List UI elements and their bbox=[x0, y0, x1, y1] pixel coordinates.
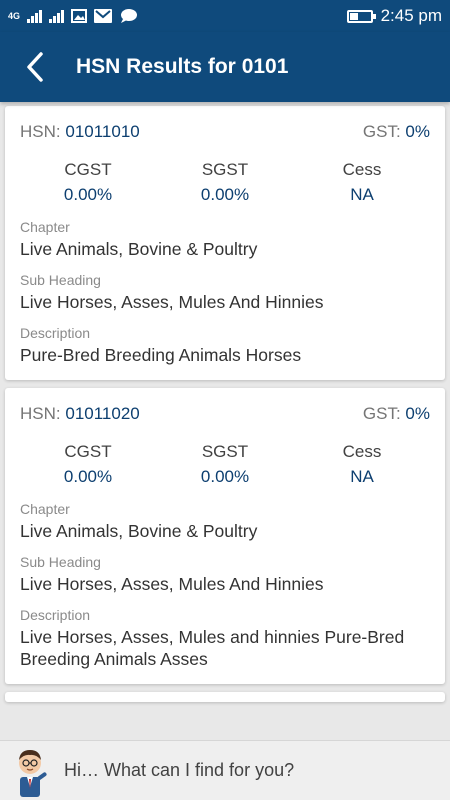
result-card[interactable]: HSN: 01011010 GST: 0% CGST 0.00% SGST 0.… bbox=[5, 106, 445, 380]
subheading-label: Sub Heading bbox=[20, 272, 101, 288]
cess-value: NA bbox=[350, 467, 374, 486]
gmail-icon bbox=[94, 9, 113, 23]
network-type: 4G bbox=[8, 10, 21, 21]
subheading-value: Live Horses, Asses, Mules And Hinnies bbox=[20, 574, 324, 594]
result-card-partial[interactable] bbox=[5, 692, 445, 702]
description-value: Pure-Bred Breeding Animals Horses bbox=[20, 345, 302, 365]
card-header: HSN: 01011020 GST: 0% bbox=[20, 404, 430, 424]
app-bar: HSN Results for 0101 bbox=[0, 32, 450, 102]
gst-field: GST: 0% bbox=[363, 122, 430, 142]
chapter-value: Live Animals, Bovine & Poultry bbox=[20, 239, 258, 259]
signal-icon bbox=[27, 9, 43, 23]
hsn-label: HSN: bbox=[20, 122, 61, 141]
status-left-icons: 4G bbox=[8, 8, 138, 24]
cgst-value: 0.00% bbox=[63, 185, 113, 204]
sgst-label: SGST bbox=[201, 442, 249, 461]
description-label: Description bbox=[20, 607, 91, 623]
cess-column: Cess NA bbox=[294, 442, 430, 487]
assistant-avatar-icon bbox=[19, 749, 47, 797]
result-card[interactable]: HSN: 01011020 GST: 0% CGST 0.00% SGST 0.… bbox=[5, 388, 445, 684]
hsn-label: HSN: bbox=[20, 404, 61, 423]
subheading-value: Live Horses, Asses, Mules And Hinnies bbox=[20, 292, 324, 312]
chapter-label: Chapter bbox=[20, 501, 70, 517]
assistant-bar[interactable]: Hi… What can I find for you? bbox=[0, 740, 450, 800]
card-header: HSN: 01011010 GST: 0% bbox=[20, 122, 430, 142]
cgst-column: CGST 0.00% bbox=[20, 442, 156, 487]
cess-label: Cess bbox=[342, 442, 382, 461]
status-right: 2:45 pm bbox=[346, 6, 442, 26]
results-list[interactable]: HSN: 01011010 GST: 0% CGST 0.00% SGST 0.… bbox=[0, 102, 450, 740]
signal-2-icon bbox=[49, 9, 65, 23]
sgst-value: 0.00% bbox=[200, 185, 250, 204]
hsn-value: 01011010 bbox=[65, 122, 140, 141]
tax-row: CGST 0.00% SGST 0.00% Cess NA bbox=[20, 442, 430, 487]
gst-value: 0% bbox=[405, 122, 430, 141]
sgst-value: 0.00% bbox=[200, 467, 250, 486]
gst-label: GST: bbox=[362, 404, 401, 423]
hsn-field: HSN: 01011010 bbox=[20, 122, 140, 142]
description-value: Live Horses, Asses, Mules and hinnies Pu… bbox=[20, 627, 405, 669]
chapter-label: Chapter bbox=[20, 219, 70, 235]
sgst-column: SGST 0.00% bbox=[157, 442, 293, 487]
cess-label: Cess bbox=[342, 160, 382, 179]
assistant-prompt: Hi… What can I find for you? bbox=[64, 760, 295, 780]
gst-label: GST: bbox=[362, 122, 401, 141]
hsn-field: HSN: 01011020 bbox=[20, 404, 140, 424]
back-arrow-icon bbox=[27, 52, 43, 82]
description-label: Description bbox=[20, 325, 91, 341]
cgst-label: CGST bbox=[64, 160, 112, 179]
tax-row: CGST 0.00% SGST 0.00% Cess NA bbox=[20, 160, 430, 205]
page-title: HSN Results for 0101 bbox=[76, 55, 289, 78]
gst-value: 0% bbox=[405, 404, 430, 423]
battery-icon bbox=[346, 9, 376, 23]
status-time: 2:45 pm bbox=[380, 6, 442, 25]
gst-field: GST: 0% bbox=[363, 404, 430, 424]
back-button[interactable] bbox=[0, 32, 70, 102]
hsn-value: 01011020 bbox=[65, 404, 140, 423]
call-message-icon bbox=[121, 9, 138, 23]
sgst-label: SGST bbox=[201, 160, 249, 179]
cgst-label: CGST bbox=[64, 442, 112, 461]
sgst-column: SGST 0.00% bbox=[157, 160, 293, 205]
cess-value: NA bbox=[350, 185, 374, 204]
subheading-label: Sub Heading bbox=[20, 554, 101, 570]
image-notification-icon bbox=[71, 9, 88, 23]
cgst-value: 0.00% bbox=[63, 467, 113, 486]
chapter-value: Live Animals, Bovine & Poultry bbox=[20, 521, 258, 541]
cgst-column: CGST 0.00% bbox=[20, 160, 156, 205]
status-bar: 4G 2:45 pm bbox=[0, 0, 450, 32]
cess-column: Cess NA bbox=[294, 160, 430, 205]
